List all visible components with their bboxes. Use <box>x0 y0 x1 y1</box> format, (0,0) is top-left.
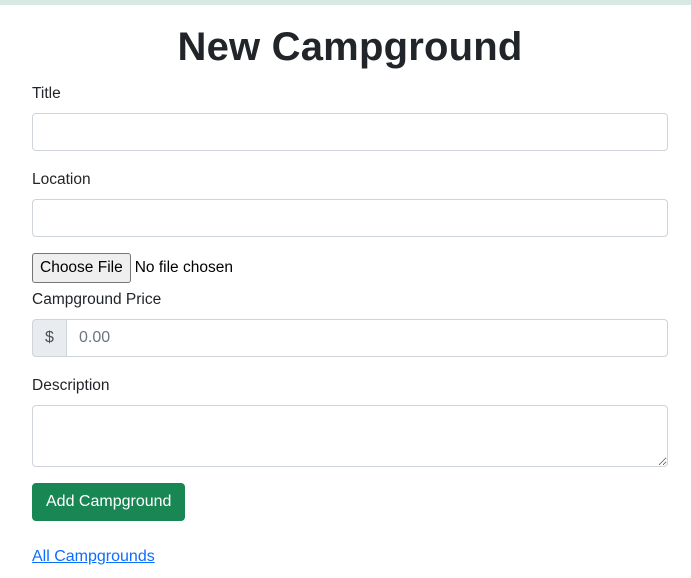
location-label: Location <box>32 171 91 188</box>
page-title: New Campground <box>177 25 523 69</box>
choose-file-button[interactable]: Choose File <box>32 253 131 283</box>
dollar-sign-prefix: $ <box>32 319 66 357</box>
description-label: Description <box>32 377 110 394</box>
price-input-group: $ <box>32 319 668 357</box>
price-label: Campground Price <box>32 291 162 308</box>
new-campground-form: Title Location Choose File No file chose… <box>32 84 668 521</box>
title-input[interactable] <box>32 113 668 151</box>
title-group: Title <box>32 84 668 151</box>
location-input[interactable] <box>32 199 668 237</box>
price-input[interactable] <box>66 319 668 357</box>
title-label: Title <box>32 85 61 102</box>
description-group: Description <box>32 376 668 467</box>
all-campgrounds-link[interactable]: All Campgrounds <box>32 548 155 566</box>
price-group: Campground Price $ <box>32 290 668 357</box>
location-group: Location <box>32 170 668 237</box>
new-campground-page: New Campground Title Location Choose Fil… <box>32 5 668 566</box>
image-upload: Choose File No file chosen <box>32 253 668 283</box>
file-status: No file chosen <box>134 259 233 276</box>
add-campground-button[interactable]: Add Campground <box>32 483 186 521</box>
description-textarea[interactable] <box>32 405 668 467</box>
